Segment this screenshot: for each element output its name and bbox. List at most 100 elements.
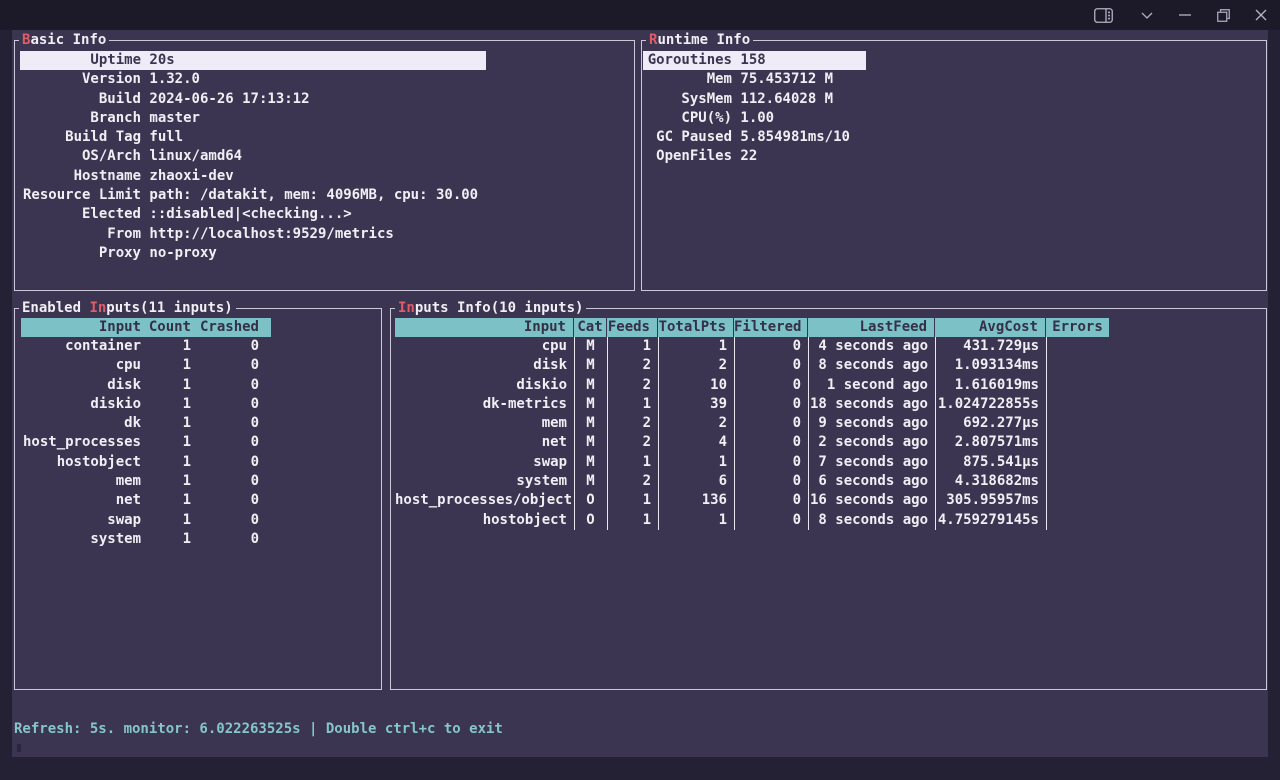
app-window: Basic Info Uptime 20s Version 1.32.0 Bui… [0,0,1280,780]
cell-crashed: 0 [191,472,259,491]
cell-totalpts: 39 [658,395,734,414]
kv-value: linux/amd64 [149,147,242,166]
kv-row: Build 2024-06-26 17:13:12 [20,90,486,109]
cell-cat: M [574,395,607,414]
chevron-down-icon[interactable] [1128,0,1166,30]
kv-row: Mem 75.453712 M [643,70,866,89]
cell-totalpts: 10 [658,376,734,395]
kv-value: 2024-06-26 17:13:12 [149,90,309,109]
cell-input: cpu [395,337,574,356]
cell-input: net [21,491,141,510]
kv-row: OS/Arch linux/amd64 [20,147,486,166]
cell-crashed: 0 [191,337,259,356]
table-row: diskio M 2 10 0 1 second ago 1.616019ms [395,376,1109,395]
cell-cat: M [574,472,607,491]
kv-value: no-proxy [149,244,216,263]
cell-input: system [395,472,574,491]
col-header-crashed: Crashed [191,318,259,337]
cell-feeds: 2 [607,376,658,395]
panel-inputs-info-title: Inputs Info(10 inputs) [395,299,586,318]
table-row: swap M 1 1 0 7 seconds ago 875.541µs [395,453,1109,472]
cell-feeds: 1 [607,337,658,356]
cell-errors [1046,511,1109,530]
cell-count: 1 [141,453,191,472]
cell-input: hostobject [395,511,574,530]
cell-count: 1 [141,530,191,549]
panel-basic-info-title: Basic Info [19,31,109,50]
cell-count: 1 [141,433,191,452]
close-button[interactable] [1242,0,1280,30]
cell-totalpts: 1 [658,337,734,356]
cell-input: swap [395,453,574,472]
inputs-info-table: Input Cat Feeds TotalPts Filtered LastFe… [395,318,1109,530]
cell-filtered: 0 [734,433,808,452]
panel-enabled-inputs: Enabled Inputs(11 inputs) Input Count Cr… [14,308,382,690]
cell-totalpts: 136 [658,491,734,510]
cell-totalpts: 1 [658,453,734,472]
table-row: hostobject 1 0 [21,453,271,472]
cell-filtered: 0 [734,376,808,395]
kv-row: GC Paused 5.854981ms/10 [643,128,866,147]
kv-row: Elected ::disabled|<checking...> [20,205,486,224]
kv-label: CPU(%) [643,109,732,128]
kv-value: 112.64028 M [740,90,833,109]
table-row: mem 1 0 [21,472,271,491]
cell-filtered: 0 [734,395,808,414]
terminal-pane-icon[interactable] [1084,0,1122,30]
table-row: dk-metrics M 1 39 0 18 seconds ago 1.024… [395,395,1109,414]
cell-errors [1046,356,1109,375]
minimize-button[interactable] [1166,0,1204,30]
col-header-count: Count [141,318,191,337]
title-rest: puts(11 inputs) [106,300,232,316]
kv-value: 75.453712 M [740,70,833,89]
cell-input: swap [21,511,141,530]
title-rest: asic Info [30,32,106,48]
cell-feeds: 2 [607,356,658,375]
cell-lastfeed: 1 second ago [808,376,935,395]
cell-feeds: 2 [607,472,658,491]
kv-label: Hostname [20,167,141,186]
cell-totalpts: 6 [658,472,734,491]
kv-label: Proxy [20,244,141,263]
cell-count: 1 [141,511,191,530]
cell-filtered: 0 [734,472,808,491]
title-rest: puts Info(10 inputs) [415,300,584,316]
cell-cat: M [574,356,607,375]
cell-avgcost: 4.318682ms [935,472,1046,491]
kv-label: SysMem [643,90,732,109]
col-header-avgcost: AvgCost [935,318,1046,337]
kv-value: master [149,109,200,128]
kv-row: From http://localhost:9529/metrics [20,225,486,244]
cell-cat: O [574,491,607,510]
cell-errors [1046,376,1109,395]
inputs-info-table-body: cpu M 1 1 0 4 seconds ago 431.729µs disk… [395,337,1109,530]
kv-value: 22 [740,147,757,166]
cell-feeds: 1 [607,491,658,510]
terminal-screen[interactable]: Basic Info Uptime 20s Version 1.32.0 Bui… [12,30,1268,757]
cell-filtered: 0 [734,356,808,375]
cell-count: 1 [141,356,191,375]
kv-label: OpenFiles [643,147,732,166]
col-header-filtered: Filtered [734,318,808,337]
col-header-totalpts: TotalPts [658,318,734,337]
panel-runtime-info-title: Runtime Info [646,31,753,50]
cell-avgcost: 431.729µs [935,337,1046,356]
cell-avgcost: 305.95957ms [935,491,1046,510]
cell-crashed: 0 [191,530,259,549]
restore-button[interactable] [1204,0,1242,30]
kv-label: From [20,225,141,244]
kv-label: Elected [20,205,141,224]
cell-crashed: 0 [191,433,259,452]
cell-filtered: 0 [734,337,808,356]
cell-count: 1 [141,337,191,356]
cell-feeds: 2 [607,414,658,433]
cell-crashed: 0 [191,376,259,395]
cell-avgcost: 692.277µs [935,414,1046,433]
col-header-lastfeed: LastFeed [808,318,935,337]
cell-input: hostobject [21,453,141,472]
table-row: cpu 1 0 [21,356,271,375]
table-row: host_processes 1 0 [21,433,271,452]
table-row: net M 2 4 0 2 seconds ago 2.807571ms [395,433,1109,452]
cell-lastfeed: 8 seconds ago [808,511,935,530]
cell-errors [1046,433,1109,452]
